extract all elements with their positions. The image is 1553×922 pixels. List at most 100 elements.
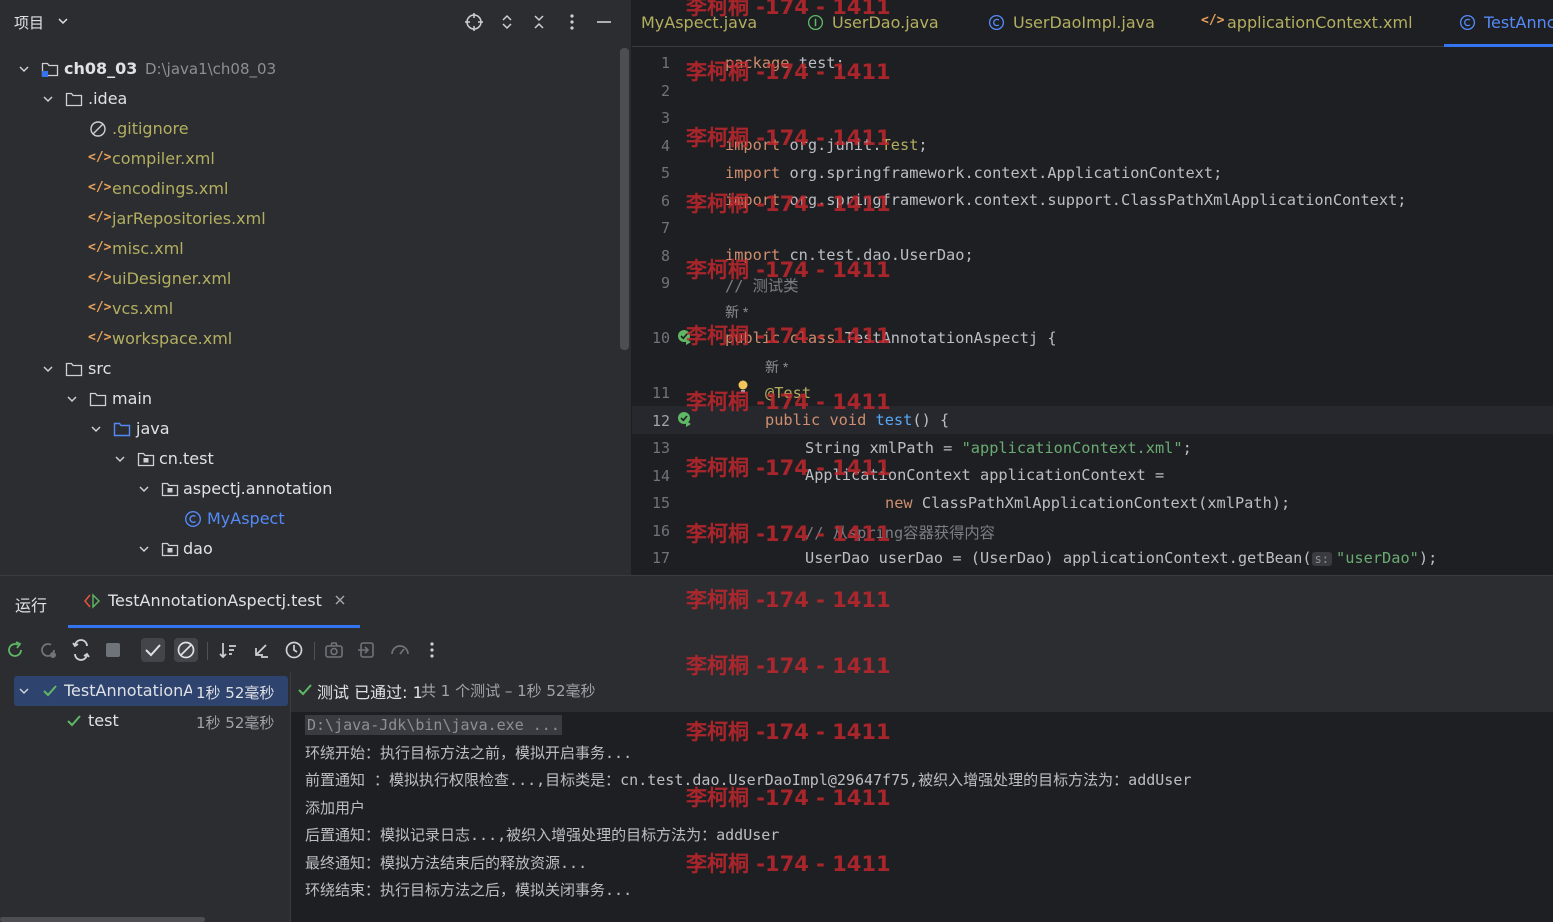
tree-item-vcs-xml[interactable]: </> vcs.xml [0, 294, 620, 324]
screenshot-icon[interactable] [322, 638, 346, 662]
parameter-hint: s: [1311, 552, 1332, 566]
source-folder-icon [113, 422, 131, 437]
tree-item-myaspect[interactable]: MyAspect [0, 504, 620, 534]
tree-item-idea[interactable]: .idea [0, 84, 620, 114]
check-icon [298, 684, 312, 696]
locate-icon[interactable] [464, 12, 484, 32]
tab-run-config[interactable]: TestAnnotationAspectj.test [68, 576, 360, 628]
rerun-failed-icon[interactable] [36, 638, 60, 662]
test-status-label: 测试 已通过: 1 [317, 683, 423, 702]
run-tab-label: TestAnnotationAspectj.test [108, 591, 322, 610]
tree-item-workspace-xml[interactable]: </> workspace.xml [0, 324, 620, 354]
chevron-down-icon[interactable] [65, 392, 79, 406]
tree-scrollbar[interactable] [620, 48, 629, 350]
test-row-method[interactable]: test 1秒 52毫秒 [14, 706, 288, 736]
tab-label: UserDaoImpl.java [1013, 13, 1155, 32]
author-inlay[interactable]: 新 * [765, 357, 788, 377]
console-output[interactable]: 测试 已通过: 1 共 1 个测试 – 1秒 52毫秒 D:\java-Jdk\… [290, 672, 1553, 922]
show-ignored-icon[interactable] [174, 638, 198, 662]
package-icon [137, 452, 155, 467]
xml-file-icon: </> [88, 240, 112, 255]
console-line: 环绕结束：执行目标方法之后，模拟关闭事务... [305, 881, 633, 899]
run-panel: 运行 TestAnnotationAspectj.test TestAnnota… [0, 575, 1553, 922]
code-line: public void test() { [765, 411, 949, 429]
module-folder-icon [41, 62, 59, 77]
tree-item-label: vcs.xml [112, 299, 174, 318]
line-number: 17 [651, 549, 670, 567]
history-icon[interactable] [282, 638, 306, 662]
more-options-icon[interactable] [562, 12, 582, 32]
chevron-down-icon[interactable] [17, 62, 31, 76]
project-panel: 项目 ch08_03 D:\java1\ch08_03 .idea .gitig… [0, 0, 631, 575]
tree-item-label: uiDesigner.xml [112, 269, 232, 288]
run-test-icon[interactable] [677, 411, 693, 427]
tree-item-java[interactable]: java [0, 414, 620, 444]
code-line: ApplicationContext applicationContext = [805, 466, 1165, 484]
code-text: ); [1418, 549, 1438, 567]
show-passed-icon[interactable] [141, 638, 165, 662]
import-tests-icon[interactable] [249, 638, 273, 662]
console-line: 环绕开始：执行目标方法之前，模拟开启事务... [305, 744, 633, 762]
tree-item-aspectj-annotation[interactable]: aspectj.annotation [0, 474, 620, 504]
code-comment: // 从spring容器获得内容 [805, 524, 995, 542]
tree-item-dao[interactable]: dao [0, 534, 620, 564]
tree-item-src[interactable]: src [0, 354, 620, 384]
lightbulb-icon[interactable] [737, 380, 749, 394]
chevron-down-icon[interactable] [113, 452, 127, 466]
tree-item-main[interactable]: main [0, 384, 620, 414]
tree-item-jarrepositories-xml[interactable]: </> jarRepositories.xml [0, 204, 620, 234]
chevron-down-icon[interactable] [137, 482, 151, 496]
close-icon[interactable] [333, 593, 347, 607]
line-number: 7 [660, 219, 670, 237]
toolbar-separator [207, 642, 208, 660]
tree-item-cn-test[interactable]: cn.test [0, 444, 620, 474]
rerun-icon[interactable] [3, 638, 27, 662]
tree-item-gitignore[interactable]: .gitignore [0, 114, 620, 144]
collapse-all-icon[interactable] [529, 12, 549, 32]
annotation-test: @Test [765, 384, 812, 402]
xml-file-icon: </> [88, 150, 112, 165]
chevron-down-icon[interactable] [41, 92, 55, 106]
minimize-icon[interactable] [594, 12, 614, 32]
tree-item-compiler-xml[interactable]: </> compiler.xml [0, 144, 620, 174]
line-number: 13 [651, 439, 670, 457]
keyword-package: package [725, 54, 799, 72]
tab-testannotationaspectj[interactable]: TestAnnc [1444, 0, 1553, 47]
xml-file-icon: </> [88, 300, 112, 315]
console-command-line[interactable]: D:\java-Jdk\bin\java.exe ... [305, 715, 562, 735]
folder-icon [89, 392, 107, 407]
expand-all-icon[interactable] [497, 12, 517, 32]
chevron-down-icon[interactable] [17, 684, 31, 698]
line-number: 11 [651, 384, 670, 402]
run-tool-label[interactable]: 运行 [15, 592, 47, 616]
tree-item-uidesigner-xml[interactable]: </> uiDesigner.xml [0, 264, 620, 294]
chevron-down-icon[interactable] [137, 542, 151, 556]
tree-item-label: MyAspect [207, 509, 285, 528]
sort-icon[interactable] [216, 638, 240, 662]
code-line: public class TestAnnotationAspectj { [725, 329, 1057, 347]
export-icon[interactable] [355, 638, 379, 662]
code-editor[interactable]: MyAspect.java UserDao.java UserDaoImpl.j… [632, 0, 1553, 575]
tree-item-label: java [136, 419, 170, 438]
line-number: 15 [651, 494, 670, 512]
stop-icon[interactable] [101, 638, 125, 662]
run-test-icon[interactable] [677, 329, 693, 345]
chevron-down-icon[interactable] [89, 422, 103, 436]
horizontal-scrollbar[interactable] [0, 917, 205, 922]
project-title[interactable]: 项目 [14, 12, 44, 33]
tree-item-misc-xml[interactable]: </> misc.xml [0, 234, 620, 264]
run-toolbar [0, 628, 1553, 672]
tree-item-encodings-xml[interactable]: </> encodings.xml [0, 174, 620, 204]
line-number: 3 [660, 109, 670, 127]
chevron-down-icon[interactable] [41, 362, 55, 376]
class-icon [988, 14, 1005, 31]
author-inlay[interactable]: 新 * [725, 302, 748, 322]
chevron-down-icon[interactable] [56, 14, 70, 28]
tree-item-label: compiler.xml [112, 149, 215, 168]
toggle-auto-test-icon[interactable] [69, 638, 93, 662]
test-row-class[interactable]: TestAnnotationA 1秒 52毫秒 [14, 676, 288, 706]
tree-item-ch08_03[interactable]: ch08_03 D:\java1\ch08_03 [0, 54, 620, 84]
coverage-icon[interactable] [388, 638, 412, 662]
more-options-icon[interactable] [420, 638, 444, 662]
line-number: 2 [660, 82, 670, 100]
